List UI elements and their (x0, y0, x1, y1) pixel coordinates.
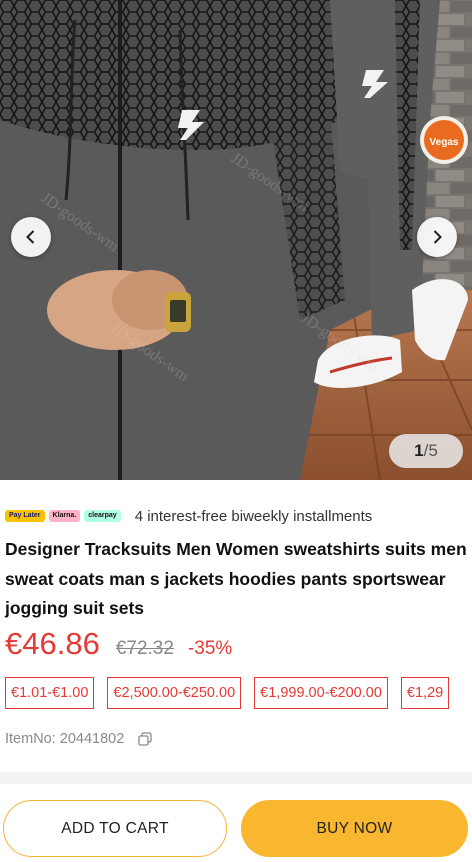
price-tier-chip[interactable]: €1,29 (400, 677, 450, 709)
price-current: €46.86 (5, 626, 100, 661)
item-number: ItemNo: 20441802 (5, 729, 152, 749)
discount-badge: -35% (187, 638, 233, 659)
gallery-prev-button[interactable] (11, 217, 51, 257)
product-title: Designer Tracksuits Men Women sweatshirt… (5, 539, 467, 618)
copy-icon[interactable] (138, 732, 152, 746)
price-tier-chip[interactable]: €2,500.00-€250.00 (107, 677, 242, 709)
gallery-current-index: 1 (414, 441, 424, 460)
price-row: €46.86 €72.32 -35% (5, 626, 232, 666)
clearpay-badge: clearpay (84, 510, 121, 522)
gallery-counter: 1/5 (389, 434, 463, 468)
installments-text: 4 interest-free biweekly installments (134, 507, 373, 525)
price-tier-chip[interactable]: €1.01-€1.00 (5, 677, 95, 709)
price-original: €72.32 (115, 638, 174, 659)
chevron-left-icon (26, 230, 35, 244)
buy-now-button[interactable]: BUY NOW (241, 800, 468, 857)
paylater-badge: Pay Later (5, 510, 45, 522)
price-tiers: €1.01-€1.00 €2,500.00-€250.00 €1,999.00-€2… (5, 677, 472, 709)
gallery-total: /5 (423, 441, 438, 460)
chevron-right-icon (433, 230, 442, 244)
item-number-label: ItemNo: 20441802 (5, 731, 125, 747)
installments-banner[interactable]: Pay Later Klarna. clearpay 4 interest-fr… (5, 505, 372, 527)
product-photo: Vegas JD-goods-wm JD-goods-wm JD-goods-w… (0, 0, 472, 480)
svg-text:Vegas: Vegas (430, 137, 459, 148)
price-tier-chip[interactable]: €1,999.00-€200.00 (254, 677, 388, 709)
product-image-gallery[interactable]: Vegas JD-goods-wm JD-goods-wm JD-goods-w… (0, 0, 472, 480)
gallery-next-button[interactable] (417, 217, 457, 257)
add-to-cart-button[interactable]: ADD TO CART (3, 800, 227, 857)
bottom-action-bar: ADD TO CART BUY NOW (0, 784, 472, 862)
klarna-badge: Klarna. (48, 510, 81, 522)
section-divider (0, 772, 472, 784)
